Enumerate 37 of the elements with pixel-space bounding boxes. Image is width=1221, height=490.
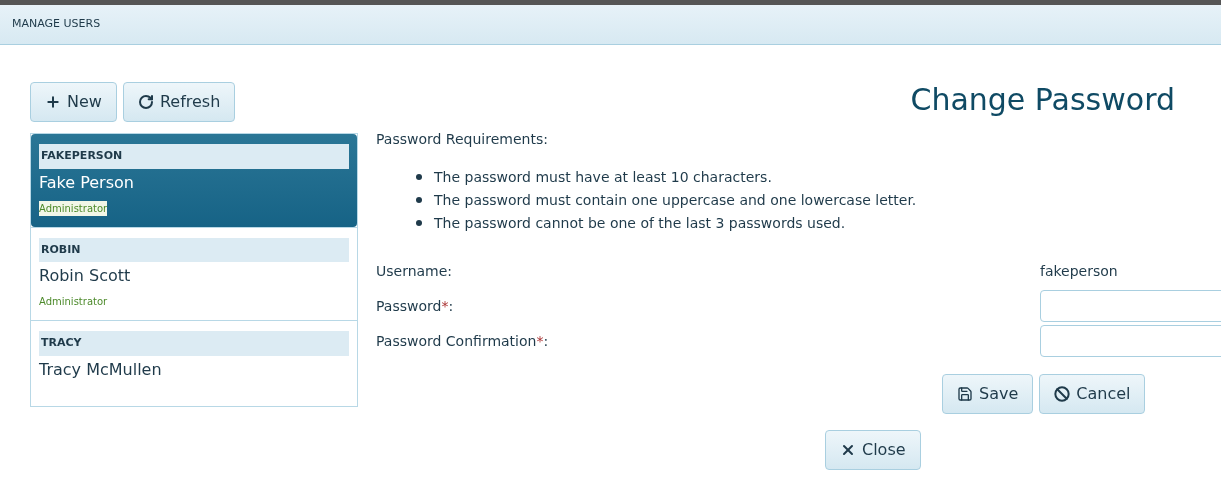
- username-value: fakeperson: [1040, 262, 1118, 282]
- form-title: Change Password: [910, 81, 1175, 119]
- username-label: TRACY: [39, 331, 349, 356]
- full-name: Tracy McMullen: [39, 358, 163, 381]
- user-list-item[interactable]: FAKEPERSON Fake Person Administrator: [31, 134, 357, 227]
- requirements-label: Password Requirements:: [376, 129, 549, 149]
- requirement-text: The password must have at least 10 characters.: [434, 168, 772, 188]
- field-label: Password Confirmation: [376, 332, 537, 352]
- required-marker: *: [441, 297, 449, 317]
- role-label: Administrator: [39, 200, 108, 216]
- plus-icon: [45, 94, 61, 110]
- requirement-text: The password must contain one uppercase and one lowercase letter.: [434, 191, 917, 211]
- close-button[interactable]: Close: [825, 429, 921, 470]
- bullet-icon: [416, 174, 422, 181]
- label-colon: :: [543, 332, 549, 352]
- bullet-icon: [416, 220, 422, 227]
- save-icon: [957, 385, 973, 402]
- password-field[interactable]: [1040, 290, 1221, 323]
- full-name: Fake Person: [39, 171, 135, 194]
- dialog-title: MANAGE USERS: [12, 16, 101, 33]
- save-button[interactable]: Save: [942, 373, 1034, 414]
- label-colon: :: [448, 297, 454, 317]
- refresh-icon: [137, 94, 154, 110]
- requirement-text: The password cannot be one of the last 3 passwords used.: [434, 214, 846, 234]
- full-name: Robin Scott: [39, 265, 132, 287]
- field-label: Username:: [376, 262, 453, 282]
- refresh-button[interactable]: Refresh: [122, 82, 236, 122]
- cancel-icon: [1054, 385, 1071, 402]
- cancel-button[interactable]: Cancel: [1039, 373, 1146, 414]
- role-label: Administrator: [39, 295, 108, 309]
- password-field[interactable]: [1040, 325, 1221, 358]
- username-label: ROBIN: [39, 237, 349, 262]
- bullet-icon: [416, 197, 422, 204]
- required-marker: *: [536, 332, 544, 352]
- username-label: FAKEPERSON: [39, 144, 349, 169]
- field-label: Password: [376, 297, 442, 317]
- new-button[interactable]: New: [30, 82, 117, 122]
